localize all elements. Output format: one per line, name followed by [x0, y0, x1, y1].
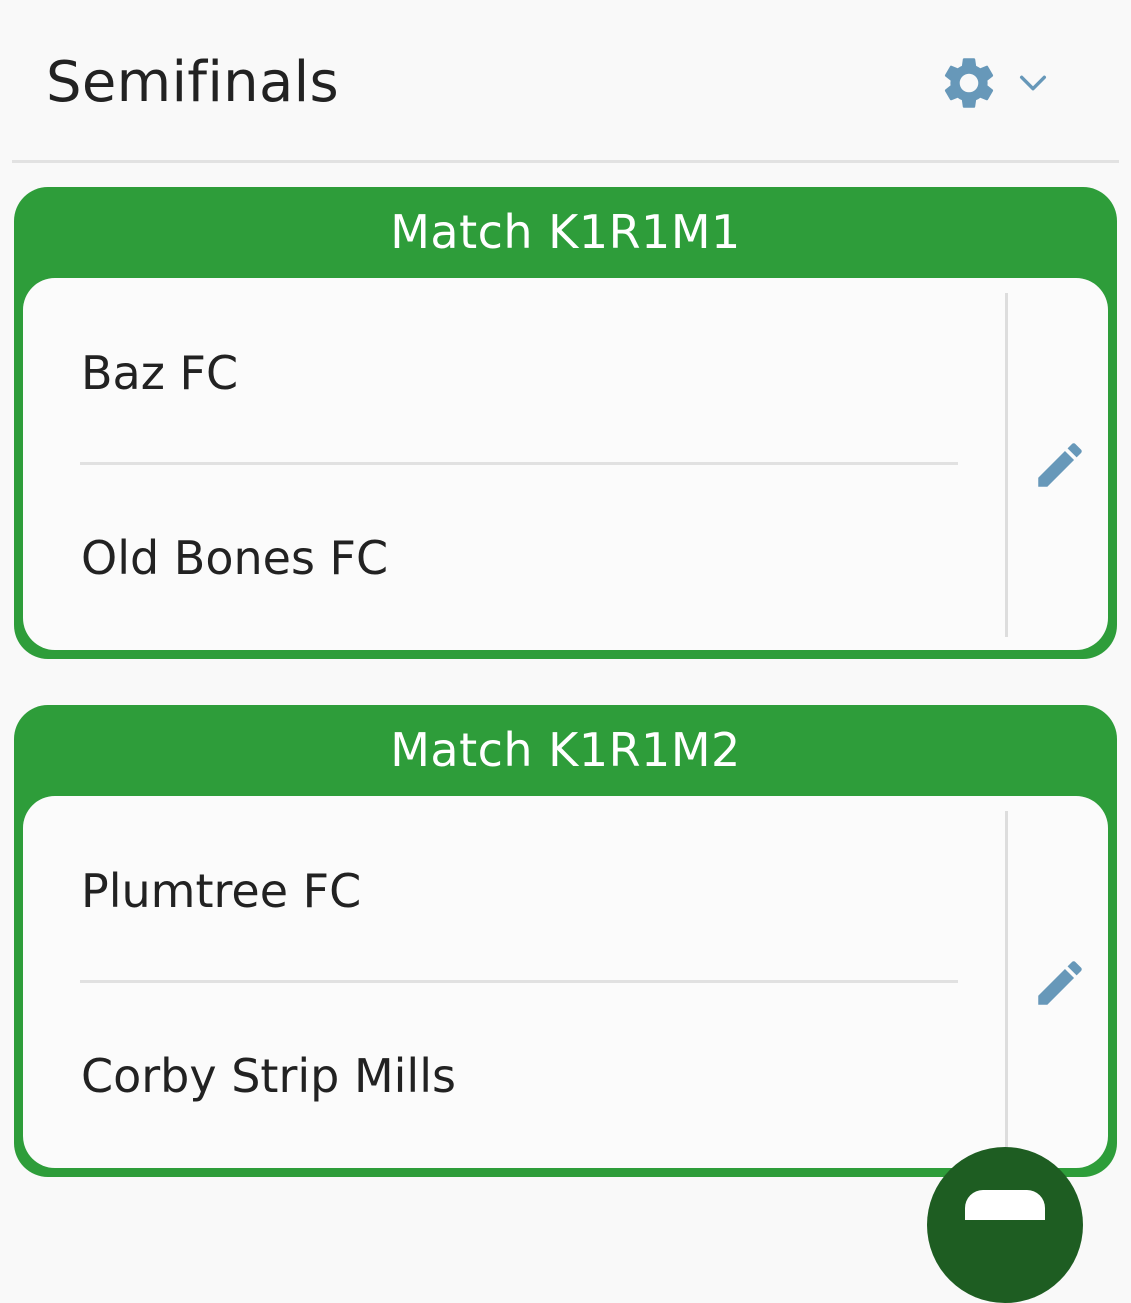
app-header: Semifinals	[0, 0, 1131, 163]
floating-action-button[interactable]	[927, 1147, 1083, 1303]
match-card: Match K1R1M2 Plumtree FC Corby Strip Mil…	[14, 705, 1117, 1177]
chat-icon	[965, 1190, 1045, 1220]
settings-menu-button[interactable]	[932, 50, 1062, 114]
away-team-name[interactable]: Old Bones FC	[81, 530, 388, 586]
match-body: Baz FC Old Bones FC	[23, 278, 1108, 650]
match-title: Match K1R1M2	[390, 723, 741, 777]
team-divider	[80, 980, 958, 983]
action-column-divider	[1005, 811, 1008, 1155]
home-team-name[interactable]: Plumtree FC	[81, 863, 361, 919]
team-divider	[80, 462, 958, 465]
chevron-down-icon	[1019, 75, 1047, 91]
header-divider	[12, 160, 1119, 163]
pencil-icon	[1038, 443, 1082, 487]
edit-match-button[interactable]	[1031, 436, 1089, 494]
edit-match-button[interactable]	[1031, 954, 1089, 1012]
page-title: Semifinals	[46, 50, 339, 115]
gear-icon	[944, 58, 994, 108]
match-body: Plumtree FC Corby Strip Mills	[23, 796, 1108, 1168]
match-card: Match K1R1M1 Baz FC Old Bones FC	[14, 187, 1117, 659]
match-title: Match K1R1M1	[390, 205, 741, 259]
action-column-divider	[1005, 293, 1008, 637]
pencil-icon	[1038, 961, 1082, 1005]
away-team-name[interactable]: Corby Strip Mills	[81, 1048, 456, 1104]
home-team-name[interactable]: Baz FC	[81, 345, 238, 401]
